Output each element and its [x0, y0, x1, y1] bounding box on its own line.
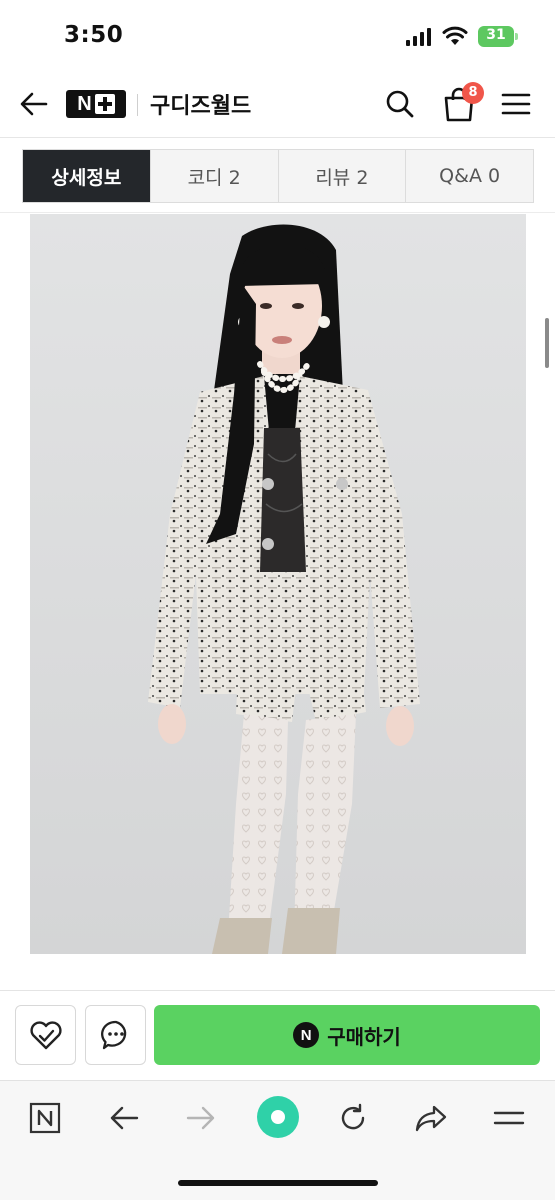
naver-pay-n-icon: N: [293, 1022, 320, 1048]
wifi-icon: [442, 26, 468, 45]
store-name[interactable]: 구디즈월드: [150, 88, 251, 120]
product-photo: [30, 214, 526, 954]
cellular-signal-icon: [406, 28, 431, 46]
battery-icon: 31: [478, 26, 518, 47]
hamburger-menu-icon: [501, 93, 531, 115]
content-divider: [0, 212, 555, 213]
status-bar: 3:50 31: [0, 0, 555, 70]
tab-coordi[interactable]: 코디 2: [149, 150, 278, 202]
reload-button[interactable]: [330, 1095, 376, 1141]
menu-button[interactable]: [496, 84, 536, 124]
browser-back-button[interactable]: [101, 1095, 147, 1141]
scroll-indicator[interactable]: [545, 318, 549, 368]
model-illustration: [30, 214, 526, 954]
talktalk-button[interactable]: [85, 1005, 146, 1065]
green-dot-icon: [257, 1096, 299, 1138]
forward-arrow-icon: [186, 1106, 215, 1130]
menu-icon: [493, 1111, 525, 1125]
naver-plus-logo[interactable]: N: [66, 90, 126, 118]
tab-review[interactable]: 리뷰 2: [277, 150, 406, 202]
share-button[interactable]: [408, 1095, 454, 1141]
logo-plus-icon: [94, 94, 115, 114]
buy-button[interactable]: N 구매하기: [154, 1005, 540, 1065]
green-dot-button[interactable]: [254, 1093, 302, 1141]
share-icon: [415, 1105, 447, 1132]
tab-qna[interactable]: Q&A 0: [405, 150, 533, 202]
browser-menu-button[interactable]: [486, 1095, 532, 1141]
app-header: N 구디즈월드: [0, 70, 555, 138]
reload-icon: [341, 1103, 365, 1130]
search-button[interactable]: [380, 84, 420, 124]
heart-check-icon: [29, 1021, 62, 1050]
naver-home-button[interactable]: [22, 1095, 68, 1141]
header-divider: [137, 94, 138, 116]
back-button[interactable]: [14, 84, 54, 124]
home-indicator: [178, 1180, 378, 1186]
status-time: 3:50: [64, 22, 124, 48]
naver-n-icon: [29, 1102, 61, 1134]
battery-level: 31: [486, 27, 506, 43]
chat-bubble-icon: [100, 1020, 126, 1050]
cart-count-badge: 8: [462, 82, 484, 104]
back-arrow-icon: [110, 1106, 139, 1130]
logo-letter-n: N: [77, 93, 92, 115]
tab-detail[interactable]: 상세정보: [23, 150, 150, 202]
product-tabs: 상세정보 코디 2 리뷰 2 Q&A 0: [22, 149, 534, 203]
wishlist-button[interactable]: [15, 1005, 76, 1065]
browser-forward-button[interactable]: [178, 1095, 224, 1141]
search-icon: [386, 90, 414, 118]
purchase-bar: N 구매하기: [0, 990, 555, 1080]
arrow-left-icon: [20, 92, 48, 116]
buy-button-label: 구매하기: [327, 1024, 401, 1049]
